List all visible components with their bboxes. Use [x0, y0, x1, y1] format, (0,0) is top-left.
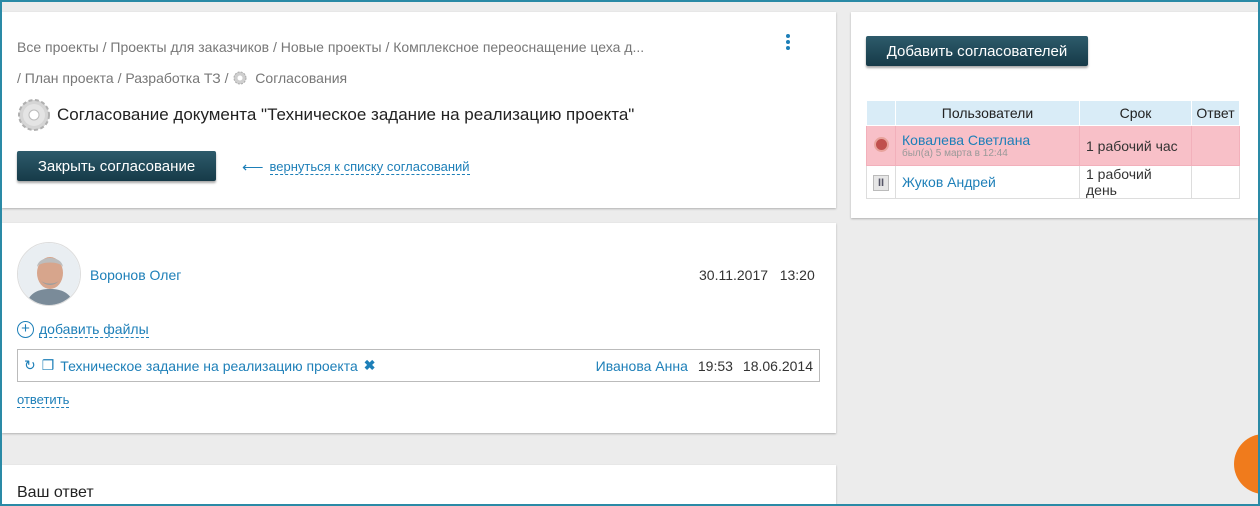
breadcrumb-line-2: / План проекта / Разработка ТЗ / Согласо…	[17, 63, 737, 94]
comment-time: 13:20	[779, 267, 815, 283]
delete-icon[interactable]: ✖	[364, 357, 376, 374]
table-header-row: Пользователи Срок Ответ	[866, 100, 1240, 126]
copy-icon[interactable]: ❐	[42, 357, 55, 374]
approvers-table: Пользователи Срок Ответ Ковалева Светлан…	[866, 100, 1240, 199]
answer-cell	[1191, 165, 1240, 199]
file-date: 18.06.2014	[742, 357, 813, 374]
comment-date: 30.11.2017	[699, 267, 769, 283]
arrow-left-icon: ⟵	[242, 159, 264, 176]
file-name-link[interactable]: Техническое задание на реализацию проект…	[60, 358, 357, 374]
reply-link[interactable]: ответить	[17, 392, 70, 408]
status-cell	[866, 125, 896, 166]
user-cell: Жуков Андрей	[895, 165, 1080, 199]
status-cell: II	[866, 165, 896, 199]
header-card: Все проекты / Проекты для заказчиков / Н…	[2, 12, 836, 208]
user-link[interactable]: Ковалева Светлана	[902, 132, 1073, 148]
breadcrumb-all-projects[interactable]: Все проекты	[17, 39, 99, 55]
status-column-header	[866, 100, 896, 126]
attached-file-row: ↻ ❐ Техническое задание на реализацию пр…	[17, 349, 820, 382]
page-title: Согласование документа "Техническое зада…	[57, 105, 635, 124]
comment-timestamp: 30.11.2017 13:20	[699, 267, 815, 283]
breadcrumb-approvals: Согласования	[255, 70, 348, 86]
breadcrumb-spec-development[interactable]: Разработка ТЗ	[125, 70, 220, 86]
comment-author[interactable]: Воронов Олег	[90, 267, 181, 283]
last-seen: был(а) 5 марта в 12:44	[902, 148, 1008, 159]
breadcrumb-project[interactable]: Комплексное переоснащение цеха д...	[393, 39, 644, 55]
more-menu-icon[interactable]	[783, 34, 793, 52]
page-title-row: Согласование документа "Техническое зада…	[17, 98, 634, 132]
answer-cell	[1191, 125, 1240, 166]
breadcrumb-separator: /	[102, 39, 107, 55]
column-header-deadline: Срок	[1079, 100, 1192, 126]
breadcrumb-separator: /	[385, 39, 390, 55]
refresh-icon[interactable]: ↻	[24, 357, 36, 374]
breadcrumb-separator: /	[117, 70, 122, 86]
table-row: Ковалева Светлана был(а) 5 марта в 12:44…	[866, 125, 1240, 166]
breadcrumb-project-plan[interactable]: План проекта	[25, 70, 114, 86]
gear-icon	[18, 99, 50, 131]
breadcrumb-separator: /	[224, 70, 229, 86]
chat-widget-button[interactable]	[1234, 434, 1260, 494]
column-header-answer: Ответ	[1191, 100, 1240, 126]
back-to-approvals-label[interactable]: вернуться к списку согласований	[269, 159, 470, 175]
breadcrumb-separator: /	[273, 39, 277, 55]
close-approval-button[interactable]: Закрыть согласование	[17, 151, 216, 181]
breadcrumb-new-projects[interactable]: Новые проекты	[281, 39, 382, 55]
avatar	[17, 242, 81, 306]
pause-icon: II	[873, 175, 889, 191]
answer-card: Ваш ответ	[2, 465, 836, 506]
breadcrumb-client-projects[interactable]: Проекты для заказчиков	[110, 39, 269, 55]
plus-circle-icon: +	[17, 321, 34, 338]
add-files-link[interactable]: + добавить файлы	[17, 321, 149, 338]
file-uploader[interactable]: Иванова Анна	[596, 358, 688, 374]
breadcrumb-separator: /	[17, 70, 21, 86]
gear-icon	[233, 71, 247, 85]
file-time: 19:53	[697, 357, 733, 374]
comment-card: Воронов Олег 30.11.2017 13:20 + добавить…	[2, 223, 836, 433]
breadcrumb: Все проекты / Проекты для заказчиков / Н…	[17, 32, 737, 94]
table-row: II Жуков Андрей 1 рабочий день	[866, 165, 1240, 199]
add-files-label[interactable]: добавить файлы	[39, 321, 149, 338]
back-to-approvals-link[interactable]: ⟵ вернуться к списку согласований	[242, 158, 470, 176]
add-approvers-button[interactable]: Добавить согласователей	[866, 36, 1088, 66]
answer-section-title: Ваш ответ	[17, 484, 94, 501]
breadcrumb-line-1: Все проекты / Проекты для заказчиков / Н…	[17, 32, 737, 63]
approvers-card: Добавить согласователей Пользователи Сро…	[851, 12, 1258, 218]
deadline-cell: 1 рабочий день	[1079, 165, 1192, 199]
user-link[interactable]: Жуков Андрей	[902, 174, 1073, 190]
clock-icon	[873, 136, 889, 152]
user-cell: Ковалева Светлана был(а) 5 марта в 12:44	[895, 125, 1080, 166]
column-header-users: Пользователи	[895, 100, 1080, 126]
deadline-cell: 1 рабочий час	[1079, 125, 1192, 166]
